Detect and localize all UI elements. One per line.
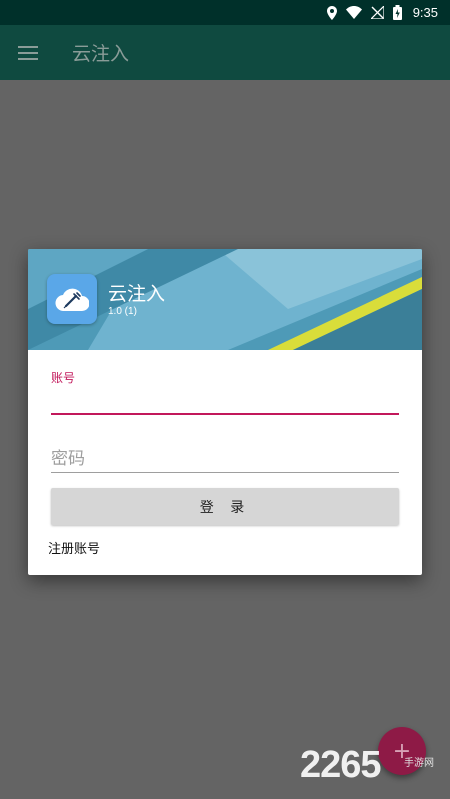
app-icon [47,274,97,324]
register-link[interactable]: 注册账号 [48,538,100,557]
login-dialog: 云注入 1.0 (1) 账号 登 录 注册账号 [28,249,422,575]
no-signal-icon [370,6,384,19]
cloud-syringe-icon [55,288,89,312]
status-time: 9:35 [412,5,438,20]
app-name: 云注入 [108,283,166,305]
toolbar: 云注入 [0,25,450,80]
menu-icon[interactable] [0,25,56,80]
app-version: 1.0 (1) [108,306,137,317]
battery-charging-icon [392,5,402,20]
account-label: 账号 [51,371,76,385]
account-input[interactable] [51,387,399,415]
status-bar: 9:35 [0,0,450,25]
dialog-header: 云注入 1.0 (1) [28,249,422,350]
wifi-icon [345,6,362,19]
toolbar-title: 云注入 [72,43,130,65]
location-icon [326,5,337,20]
login-button[interactable]: 登 录 [51,488,399,525]
watermark-subtext: 手游网 [404,758,434,769]
password-input[interactable] [51,445,399,473]
